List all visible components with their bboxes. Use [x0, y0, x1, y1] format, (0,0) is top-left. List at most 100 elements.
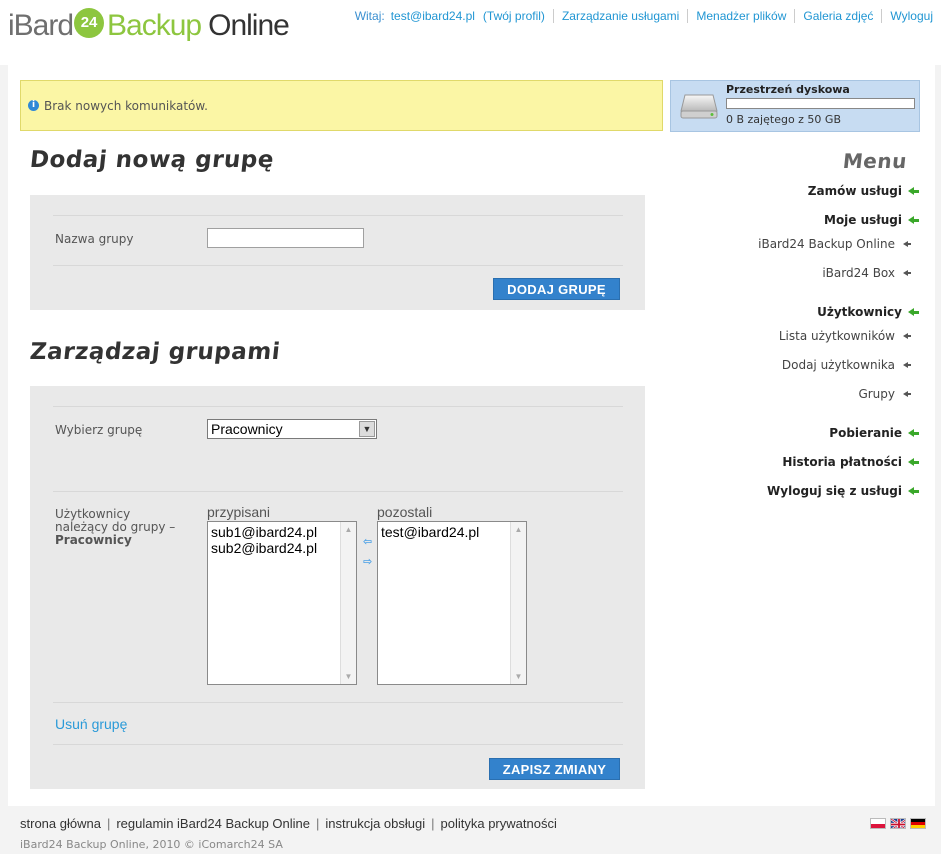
copyright-text: iBard24 Backup Online, 2010 © iComarch24… — [20, 838, 283, 851]
arrow-left-icon — [903, 391, 911, 397]
group-name-label: Nazwa grupy — [55, 232, 134, 246]
select-group-label: Wybierz grupę — [55, 423, 143, 437]
green-arrow-icon — [908, 308, 919, 316]
nav-manage-services[interactable]: Zarządzanie usługami — [562, 9, 679, 23]
scrollbar[interactable]: ▲ ▼ — [340, 522, 356, 684]
disk-usage-bar — [726, 98, 915, 109]
footer-link-home[interactable]: strona główna — [20, 816, 101, 831]
menu-my-services[interactable]: Moje usługi — [824, 213, 919, 227]
nav-divider — [687, 9, 689, 23]
green-arrow-icon — [908, 487, 919, 495]
green-arrow-icon — [908, 187, 919, 195]
divider — [53, 702, 623, 703]
polish-flag-icon[interactable] — [870, 818, 886, 829]
divider — [53, 265, 623, 266]
menu-groups[interactable]: Grupy — [858, 387, 911, 401]
scroll-up-icon[interactable]: ▲ — [341, 522, 356, 537]
menu-ibard-backup-online[interactable]: iBard24 Backup Online — [758, 237, 911, 251]
arrow-left-icon — [903, 362, 911, 368]
arrow-left-icon — [903, 241, 911, 247]
chevron-down-icon: ▼ — [359, 421, 375, 437]
menu-item-label: Dodaj użytkownika — [781, 358, 895, 372]
menu-ibard-box[interactable]: iBard24 Box — [822, 266, 911, 280]
welcome-label: Witaj: — [354, 9, 385, 23]
menu-users-list[interactable]: Lista użytkowników — [778, 329, 911, 343]
divider — [53, 406, 623, 407]
divider — [53, 491, 623, 492]
info-icon: i — [28, 100, 39, 111]
message-box: i Brak nowych komunikatów. — [20, 80, 663, 131]
nav-divider — [552, 9, 554, 23]
menu-logout-service[interactable]: Wyloguj się z usługi — [767, 484, 919, 498]
menu-order-services[interactable]: Zamów usługi — [807, 184, 919, 198]
menu-item-label: Wyloguj się z usługi — [767, 484, 902, 498]
user-email-link[interactable]: test@ibard24.pl — [391, 9, 475, 23]
manage-groups-heading: Zarządzaj grupami — [28, 339, 282, 365]
assigned-users-list[interactable]: sub1@ibard24.pl sub2@ibard24.pl ▲ ▼ — [207, 521, 357, 685]
footer-link-instructions[interactable]: instrukcja obsługi — [325, 816, 425, 831]
scroll-down-icon[interactable]: ▼ — [341, 669, 356, 684]
menu-item-label: Zamów usługi — [807, 184, 902, 198]
footer-links: strona główna | regulamin iBard24 Backup… — [20, 816, 557, 831]
english-flag-icon[interactable] — [890, 818, 906, 829]
divider — [53, 215, 623, 216]
nav-photo-gallery[interactable]: Galeria zdjęć — [803, 9, 873, 23]
scroll-up-icon[interactable]: ▲ — [511, 522, 526, 537]
menu-users[interactable]: Użytkownicy — [817, 305, 919, 319]
logo-text-online: Online — [208, 9, 290, 42]
add-group-panel: Nazwa grupy DODAJ GRUPĘ — [30, 195, 645, 310]
message-text: Brak nowych komunikatów. — [44, 98, 208, 113]
disk-space-title: Przestrzeń dyskowa — [726, 83, 850, 96]
list-item[interactable]: sub1@ibard24.pl — [208, 524, 356, 540]
logo-text-ibard: iBard — [8, 9, 74, 42]
green-arrow-icon — [908, 458, 919, 466]
footer-link-terms[interactable]: regulamin iBard24 Backup Online — [116, 816, 310, 831]
logo-badge: 24 — [74, 8, 105, 38]
nav-logout[interactable]: Wyloguj — [890, 9, 933, 23]
menu-item-label: Użytkownicy — [817, 305, 902, 319]
add-group-button[interactable]: DODAJ GRUPĘ — [493, 278, 620, 300]
logo-text-backup: Backup — [107, 9, 202, 42]
move-left-arrow-icon[interactable]: ⇦ — [363, 535, 372, 548]
menu-payment-history[interactable]: Historia płatności — [782, 455, 919, 469]
menu-downloads[interactable]: Pobieranie — [829, 426, 919, 440]
menu-item-label: iBard24 Backup Online — [758, 237, 895, 251]
menu-add-user[interactable]: Dodaj użytkownika — [781, 358, 911, 372]
disk-space-widget: Przestrzeń dyskowa 0 B zajętego z 50 GB — [670, 80, 920, 132]
manage-groups-panel: Wybierz grupę Pracownicy ▼ Użytkownicy n… — [30, 386, 645, 789]
list-item[interactable]: sub2@ibard24.pl — [208, 540, 356, 556]
divider — [53, 744, 623, 745]
delete-group-link[interactable]: Usuń grupę — [55, 716, 127, 732]
menu-item-label: Historia płatności — [782, 455, 902, 469]
menu-item-label: Lista użytkowników — [778, 329, 895, 343]
hard-drive-icon — [680, 94, 718, 119]
nav-file-manager[interactable]: Menadżer plików — [696, 9, 786, 23]
menu-title: Menu — [841, 149, 909, 173]
footer-separator: | — [316, 816, 320, 831]
group-select[interactable]: Pracownicy ▼ — [207, 419, 377, 439]
list-item[interactable]: test@ibard24.pl — [378, 524, 526, 540]
language-flags — [870, 818, 926, 829]
menu-item-label: Moje usługi — [824, 213, 902, 227]
ibard24-logo[interactable]: iBard 24 Backup Online — [8, 4, 308, 48]
main-content: i Brak nowych komunikatów. Przestrzeń dy… — [8, 65, 935, 806]
scroll-down-icon[interactable]: ▼ — [511, 669, 526, 684]
scrollbar[interactable]: ▲ ▼ — [510, 522, 526, 684]
green-arrow-icon — [908, 216, 919, 224]
save-changes-button[interactable]: ZAPISZ ZMIANY — [489, 758, 620, 780]
group-name-input[interactable] — [207, 228, 364, 248]
menu-item-label: Grupy — [858, 387, 895, 401]
members-label: Użytkownicy należący do grupy – Pracowni… — [55, 508, 175, 547]
footer-link-privacy[interactable]: polityka prywatności — [441, 816, 557, 831]
add-group-heading: Dodaj nową grupę — [28, 147, 276, 173]
german-flag-icon[interactable] — [910, 818, 926, 829]
other-users-list[interactable]: test@ibard24.pl ▲ ▼ — [377, 521, 527, 685]
nav-divider — [794, 9, 796, 23]
green-arrow-icon — [908, 429, 919, 437]
move-right-arrow-icon[interactable]: ⇨ — [363, 555, 372, 568]
nav-divider — [881, 9, 883, 23]
arrow-left-icon — [903, 270, 911, 276]
disk-usage-text: 0 B zajętego z 50 GB — [726, 113, 842, 126]
profile-link[interactable]: (Twój profil) — [483, 9, 545, 23]
arrow-left-icon — [903, 333, 911, 339]
